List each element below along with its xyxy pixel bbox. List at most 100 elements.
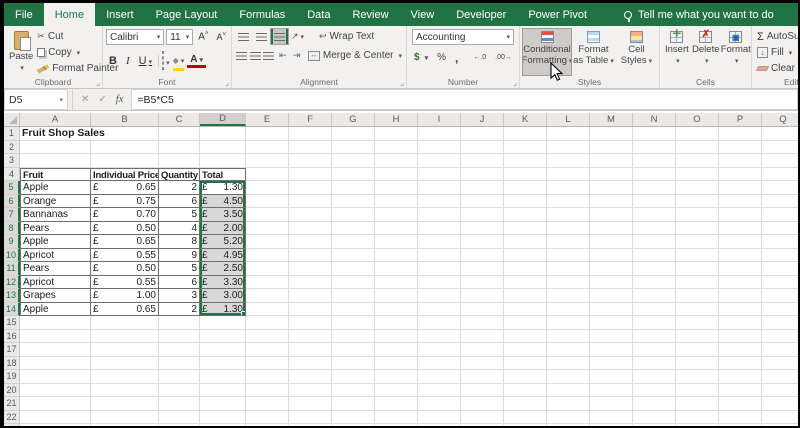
cell-I18[interactable]	[418, 357, 461, 371]
cell-I13[interactable]	[418, 289, 461, 303]
cell-L12[interactable]	[547, 276, 590, 290]
cell-D19[interactable]	[200, 370, 246, 384]
cell-P23[interactable]	[719, 424, 762, 426]
cell-C18[interactable]	[159, 357, 200, 371]
cell-N8[interactable]	[633, 222, 676, 236]
column-header-O[interactable]: O	[676, 113, 719, 126]
cell-O3[interactable]	[676, 154, 719, 168]
tab-data[interactable]: Data	[296, 3, 341, 26]
row-header-12[interactable]: 12	[4, 276, 20, 290]
row-header-5[interactable]: 5	[4, 181, 20, 195]
cell-C5[interactable]: 2	[159, 181, 200, 195]
cell-K11[interactable]	[504, 262, 547, 276]
cell-H6[interactable]	[375, 195, 418, 209]
cell-O4[interactable]	[676, 168, 719, 182]
column-header-E[interactable]: E	[246, 113, 289, 126]
cell-N23[interactable]	[633, 424, 676, 426]
paste-button[interactable]: Paste	[7, 29, 35, 76]
cell-K9[interactable]	[504, 235, 547, 249]
column-header-Q[interactable]: Q	[762, 113, 798, 126]
merge-center-button[interactable]: ↔ Merge & Center	[306, 48, 404, 63]
cell-B14[interactable]: £0.65	[91, 303, 159, 317]
cell-F9[interactable]	[289, 235, 332, 249]
column-header-K[interactable]: K	[504, 113, 547, 126]
cell-P5[interactable]	[719, 181, 762, 195]
wrap-text-button[interactable]: ↩ Wrap Text	[317, 29, 376, 44]
cell-A2[interactable]	[20, 141, 91, 155]
cell-Q4[interactable]	[762, 168, 798, 182]
cell-J19[interactable]	[461, 370, 504, 384]
cell-G22[interactable]	[332, 411, 375, 425]
middle-align-button[interactable]	[253, 29, 270, 44]
row-header-3[interactable]: 3	[4, 154, 20, 168]
cell-E22[interactable]	[246, 411, 289, 425]
cell-I11[interactable]	[418, 262, 461, 276]
cell-Q18[interactable]	[762, 357, 798, 371]
cell-C4[interactable]: Quantity	[159, 168, 200, 182]
cell-K5[interactable]	[504, 181, 547, 195]
cell-O7[interactable]	[676, 208, 719, 222]
cell-I4[interactable]	[418, 168, 461, 182]
cell-H20[interactable]	[375, 384, 418, 398]
cell-M4[interactable]	[590, 168, 633, 182]
cell-M12[interactable]	[590, 276, 633, 290]
cell-G19[interactable]	[332, 370, 375, 384]
cell-O9[interactable]	[676, 235, 719, 249]
cell-Q8[interactable]	[762, 222, 798, 236]
cell-M20[interactable]	[590, 384, 633, 398]
cell-B18[interactable]	[91, 357, 159, 371]
tab-file[interactable]: File	[4, 3, 44, 26]
cell-A11[interactable]: Pears	[20, 262, 91, 276]
cell-A10[interactable]: Apricot	[20, 249, 91, 263]
cell-G23[interactable]	[332, 424, 375, 426]
cell-L6[interactable]	[547, 195, 590, 209]
cell-D5[interactable]: £1.30	[200, 181, 246, 195]
cell-C21[interactable]	[159, 397, 200, 411]
cell-B21[interactable]	[91, 397, 159, 411]
cell-K2[interactable]	[504, 141, 547, 155]
cell-O19[interactable]	[676, 370, 719, 384]
tab-view[interactable]: View	[400, 3, 446, 26]
cell-E8[interactable]	[246, 222, 289, 236]
cell-N18[interactable]	[633, 357, 676, 371]
cell-Q7[interactable]	[762, 208, 798, 222]
cell-F12[interactable]	[289, 276, 332, 290]
cell-P1[interactable]	[719, 127, 762, 141]
cell-B4[interactable]: Individual Price	[91, 168, 159, 182]
cell-N1[interactable]	[633, 127, 676, 141]
column-header-M[interactable]: M	[590, 113, 633, 126]
cell-O1[interactable]	[676, 127, 719, 141]
cell-I3[interactable]	[418, 154, 461, 168]
cell-C1[interactable]	[159, 127, 200, 141]
cell-L9[interactable]	[547, 235, 590, 249]
cell-L4[interactable]	[547, 168, 590, 182]
cell-C11[interactable]: 5	[159, 262, 200, 276]
cell-A20[interactable]	[20, 384, 91, 398]
cell-O6[interactable]	[676, 195, 719, 209]
cell-O2[interactable]	[676, 141, 719, 155]
cell-N2[interactable]	[633, 141, 676, 155]
cell-A6[interactable]: Orange	[20, 195, 91, 209]
cell-F22[interactable]	[289, 411, 332, 425]
cell-N16[interactable]	[633, 330, 676, 344]
cell-P16[interactable]	[719, 330, 762, 344]
cell-B19[interactable]	[91, 370, 159, 384]
cell-J4[interactable]	[461, 168, 504, 182]
formula-input[interactable]: =B5*C5	[131, 89, 798, 110]
bottom-align-button[interactable]	[271, 29, 288, 44]
cell-D9[interactable]: £5.20	[200, 235, 246, 249]
cell-J3[interactable]	[461, 154, 504, 168]
cell-G9[interactable]	[332, 235, 375, 249]
cell-G13[interactable]	[332, 289, 375, 303]
column-header-H[interactable]: H	[375, 113, 418, 126]
decrease-decimal-button[interactable]: .00→	[493, 50, 514, 65]
cell-P8[interactable]	[719, 222, 762, 236]
cell-Q12[interactable]	[762, 276, 798, 290]
cell-O5[interactable]	[676, 181, 719, 195]
bold-button[interactable]: B	[106, 55, 120, 67]
cell-I19[interactable]	[418, 370, 461, 384]
cell-D4[interactable]: Total	[200, 168, 246, 182]
cell-Q15[interactable]	[762, 316, 798, 330]
cell-H4[interactable]	[375, 168, 418, 182]
paste-dropdown-icon[interactable]	[18, 63, 24, 75]
